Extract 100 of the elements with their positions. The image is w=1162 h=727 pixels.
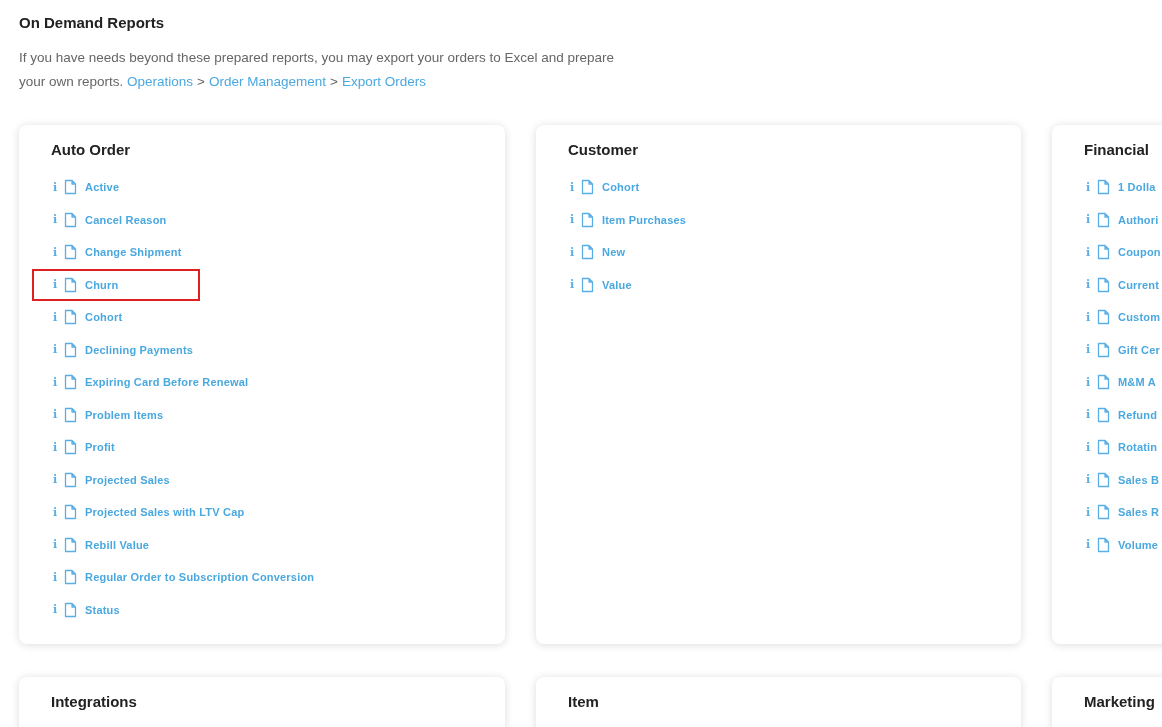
report-link[interactable]: Gift Cer (1118, 343, 1160, 356)
report-link[interactable]: Authori (1118, 213, 1159, 226)
document-icon (581, 244, 594, 261)
info-icon[interactable]: i (1086, 213, 1097, 227)
card-title: Auto Order (51, 141, 132, 158)
document-icon (64, 211, 77, 228)
info-icon[interactable]: i (53, 245, 64, 259)
report-link[interactable]: Cohort (85, 311, 123, 324)
document-icon (1097, 536, 1110, 553)
document-icon (64, 276, 77, 293)
document-icon (1097, 179, 1110, 196)
document-icon (1097, 244, 1110, 261)
info-icon[interactable]: i (1086, 245, 1097, 259)
info-icon[interactable]: i (53, 310, 64, 324)
card-title: Item (568, 693, 600, 710)
report-link[interactable]: Active (85, 181, 120, 194)
breadcrumb-link[interactable]: Export Orders (341, 74, 426, 89)
document-icon (581, 179, 594, 196)
document-icon (64, 569, 77, 586)
page-title: On Demand Reports (19, 14, 166, 31)
report-link[interactable]: Coupon (1118, 246, 1161, 259)
card-title: Financial (1084, 141, 1151, 158)
report-link[interactable]: Custom (1118, 311, 1161, 324)
document-icon (1097, 211, 1110, 228)
report-link[interactable]: Sales B (1118, 473, 1160, 486)
report-link[interactable]: Volume (1118, 538, 1159, 551)
document-icon (64, 244, 77, 261)
report-link[interactable]: Value (602, 278, 632, 291)
document-icon (1097, 406, 1110, 423)
info-icon[interactable]: i (1086, 343, 1097, 357)
report-link[interactable]: Current (1118, 278, 1160, 291)
report-link[interactable]: M&M A (1118, 376, 1156, 389)
info-icon[interactable]: i (53, 213, 64, 227)
breadcrumb-link[interactable]: Order Management (209, 74, 327, 89)
document-icon (64, 341, 77, 358)
card-title: Customer (568, 141, 639, 158)
intro-text: If you have needs beyond these prepared reports, you may export your orders to Excel and prepare your own reports. Operations > Order Management > Export Orders (19, 49, 616, 91)
info-icon[interactable]: i (1086, 408, 1097, 422)
document-icon (64, 309, 77, 326)
document-icon (581, 211, 594, 228)
card-title: Marketing (1084, 693, 1156, 710)
info-icon[interactable]: i (1086, 538, 1097, 552)
info-icon[interactable]: i (1086, 310, 1097, 324)
info-icon[interactable]: i (1086, 180, 1097, 194)
document-icon (64, 536, 77, 553)
report-link[interactable]: Refund (1118, 408, 1158, 421)
info-icon[interactable]: i (1086, 375, 1097, 389)
report-link[interactable]: Projected Sales (85, 473, 170, 486)
info-icon[interactable]: i (53, 180, 64, 194)
document-icon (1097, 471, 1110, 488)
info-icon[interactable]: i (53, 473, 64, 487)
report-link[interactable]: Item Purchases (602, 213, 687, 226)
info-icon[interactable]: i (53, 538, 64, 552)
document-icon (1097, 276, 1110, 293)
card-title: Integrations (51, 693, 138, 710)
document-icon (1097, 309, 1110, 326)
report-link[interactable]: Profit (85, 441, 115, 454)
info-icon[interactable]: i (53, 278, 64, 292)
breadcrumb-link[interactable]: Operations (127, 74, 194, 89)
report-link[interactable]: Regular Order to Subscription Conversion (85, 571, 315, 584)
info-icon[interactable]: i (570, 213, 581, 227)
document-icon (64, 471, 77, 488)
info-icon[interactable]: i (1086, 278, 1097, 292)
info-icon[interactable]: i (1086, 505, 1097, 519)
document-icon (581, 276, 594, 293)
document-icon (64, 504, 77, 521)
info-icon[interactable]: i (53, 570, 64, 584)
info-icon[interactable]: i (53, 603, 64, 617)
report-link[interactable]: Cohort (602, 181, 640, 194)
report-link[interactable]: Declining Payments (85, 343, 194, 356)
info-icon[interactable]: i (570, 180, 581, 194)
report-link[interactable]: Rotatin (1118, 441, 1158, 454)
info-icon[interactable]: i (53, 375, 64, 389)
report-link[interactable]: Change Shipment (85, 246, 182, 259)
report-link[interactable]: Sales R (1118, 506, 1160, 519)
report-link[interactable]: Expiring Card Before Renewal (85, 376, 249, 389)
report-link[interactable]: Churn (85, 278, 119, 291)
document-icon (64, 406, 77, 423)
document-icon (64, 439, 77, 456)
document-icon (64, 601, 77, 618)
info-icon[interactable]: i (53, 343, 64, 357)
info-icon[interactable]: i (570, 278, 581, 292)
report-link[interactable]: Projected Sales with LTV Cap (85, 506, 245, 519)
info-icon[interactable]: i (53, 505, 64, 519)
report-link[interactable]: Problem Items (85, 408, 164, 421)
report-link[interactable]: Cancel Reason (85, 213, 167, 226)
report-link[interactable]: 1 Dolla (1118, 181, 1156, 194)
document-icon (64, 179, 77, 196)
info-icon[interactable]: i (1086, 440, 1097, 454)
info-icon[interactable]: i (1086, 473, 1097, 487)
document-icon (1097, 374, 1110, 391)
document-icon (1097, 439, 1110, 456)
report-link[interactable]: Status (85, 603, 120, 616)
info-icon[interactable]: i (53, 408, 64, 422)
report-link[interactable]: Rebill Value (85, 538, 150, 551)
document-icon (1097, 341, 1110, 358)
info-icon[interactable]: i (570, 245, 581, 259)
info-icon[interactable]: i (53, 440, 64, 454)
report-link[interactable]: New (602, 246, 626, 259)
document-icon (64, 374, 77, 391)
